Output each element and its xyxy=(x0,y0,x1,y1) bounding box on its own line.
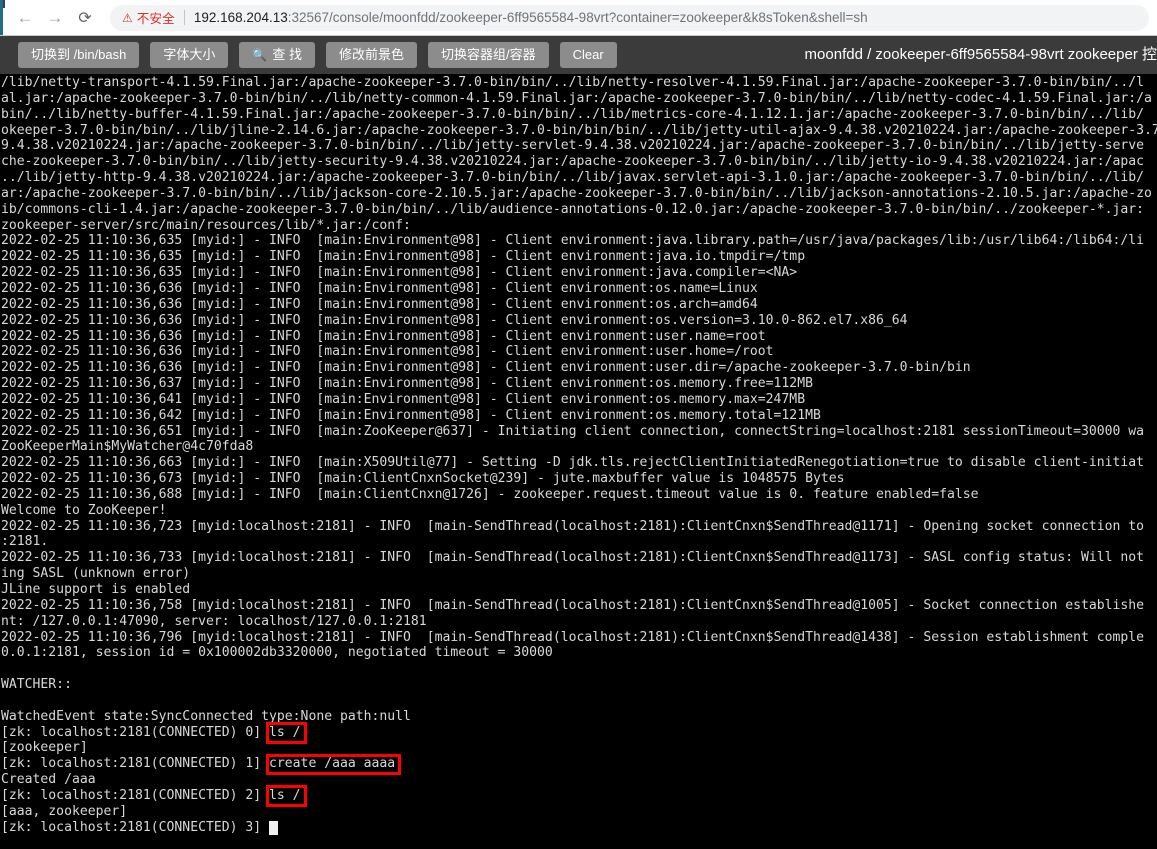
reload-icon[interactable]: ⟳ xyxy=(70,3,100,33)
terminal-line: 2022-02-25 11:10:36,636 [myid:] - INFO [… xyxy=(1,360,971,376)
terminal-line: 2022-02-25 11:10:36,636 [myid:] - INFO [… xyxy=(1,280,758,296)
switch-pod-container-label: 切换容器组/容器 xyxy=(440,47,536,62)
terminal-line: 2022-02-25 11:10:36,796 [myid:localhost:… xyxy=(1,629,1145,645)
terminal-line: 2022-02-25 11:10:36,636 [myid:] - INFO [… xyxy=(1,312,908,328)
terminal-line: okeeper-3.7.0-bin/bin/../lib/jline-2.14.… xyxy=(1,122,1157,138)
terminal-line: ib/commons-cli-1.4.jar:/apache-zookeeper… xyxy=(1,201,1145,217)
terminal-line: ar:/apache-zookeeper-3.7.0-bin/bin/../li… xyxy=(1,185,1152,201)
terminal-line: 2022-02-25 11:10:36,635 [myid:] - INFO [… xyxy=(1,265,798,281)
warning-triangle-icon: ⚠ xyxy=(122,10,133,25)
terminal-line: 2022-02-25 11:10:36,636 [myid:] - INFO [… xyxy=(1,296,758,312)
switch-pod-container-button[interactable]: 切换容器组/容器 xyxy=(427,42,549,68)
terminal-output[interactable]: /lib/netty-transport-4.1.59.Final.jar:/a… xyxy=(0,74,1157,849)
clear-button[interactable]: Clear xyxy=(559,42,617,68)
terminal-line: [zk: localhost:2181(CONNECTED) 2] ls / xyxy=(1,787,301,803)
terminal-line: [aaa, zookeeper] xyxy=(1,803,128,819)
find-label: 查 找 xyxy=(272,47,302,62)
window-edge-accent xyxy=(0,0,5,35)
terminal-line: JLine support is enabled xyxy=(1,582,191,597)
terminal-line: [zookeeper] xyxy=(1,740,88,756)
terminal-line: al.jar:/apache-zookeeper-3.7.0-bin/bin/.… xyxy=(1,90,1152,106)
url-host: 192.168.204.13 xyxy=(193,10,288,25)
terminal-line: 2022-02-25 11:10:36,635 [myid:] - INFO [… xyxy=(1,249,806,265)
browser-chrome: ← → ⟳ ⚠ 不安全 192.168.204.13:32567/console… xyxy=(0,0,1157,36)
forward-arrow-icon[interactable]: → xyxy=(40,3,70,33)
find-button[interactable]: 🔍 查 找 xyxy=(239,42,315,68)
omnibox-divider xyxy=(183,10,185,25)
terminal-line: zookeeper-server/src/main/resources/lib/… xyxy=(1,217,411,233)
terminal-line: WATCHER:: xyxy=(1,677,72,693)
terminal-line: Created /aaa xyxy=(1,772,96,788)
terminal-line: [zk: localhost:2181(CONNECTED) 3] xyxy=(1,819,270,835)
terminal-line: 2022-02-25 11:10:36,635 [myid:] - INFO [… xyxy=(1,233,1145,249)
terminal-line: WatchedEvent state:SyncConnected type:No… xyxy=(1,708,411,724)
terminal-line: 2022-02-25 11:10:36,636 [myid:] - INFO [… xyxy=(1,328,766,344)
url-text: 192.168.204.13:32567/console/moonfdd/zoo… xyxy=(194,10,868,25)
terminal-line: 2022-02-25 11:10:36,663 [myid:] - INFO [… xyxy=(1,455,1145,471)
terminal-line: 2022-02-25 11:10:36,733 [myid:localhost:… xyxy=(1,550,1145,566)
terminal-line: 2022-02-25 11:10:36,642 [myid:] - INFO [… xyxy=(1,407,821,423)
change-foreground-color-button[interactable]: 修改前景色 xyxy=(325,42,417,68)
search-icon: 🔍 xyxy=(252,48,268,62)
terminal-line: bin/../lib/netty-buffer-4.1.59.Final.jar… xyxy=(1,106,1145,122)
url-path: :32567/console/moonfdd/zookeeper-6ff9565… xyxy=(287,10,868,25)
font-size-label: 字体大小 xyxy=(163,47,216,62)
terminal-line: Welcome to ZooKeeper! xyxy=(1,502,167,518)
terminal-line: ZooKeeperMain$MyWatcher@4c70fda8 xyxy=(1,439,254,455)
terminal-line: 9.4.38.v20210224.jar:/apache-zookeeper-3… xyxy=(1,138,1145,154)
security-warning-label: 不安全 xyxy=(136,12,175,26)
terminal-line: [zk: localhost:2181(CONNECTED) 1] create… xyxy=(1,756,396,772)
terminal-line: 2022-02-25 11:10:36,723 [myid:localhost:… xyxy=(1,518,1145,534)
font-size-button[interactable]: 字体大小 xyxy=(150,42,229,68)
terminal-line: :2181. xyxy=(1,534,49,550)
page-title: moonfdd / zookeeper-6ff9565584-98vrt zoo… xyxy=(804,46,1157,63)
address-bar[interactable]: ⚠ 不安全 192.168.204.13:32567/console/moonf… xyxy=(110,4,1149,31)
terminal-line: 2022-02-25 11:10:36,641 [myid:] - INFO [… xyxy=(1,391,806,407)
console-toolbar: 切换到 /bin/bash 字体大小 🔍 查 找 修改前景色 切换容器组/容器 … xyxy=(0,36,1157,74)
terminal-line: 2022-02-25 11:10:36,688 [myid:] - INFO [… xyxy=(1,486,979,502)
terminal-line: 2022-02-25 11:10:36,673 [myid:] - INFO [… xyxy=(1,471,845,487)
terminal-line: 2022-02-25 11:10:36,651 [myid:] - INFO [… xyxy=(1,423,1145,439)
terminal-line: nt: /127.0.0.1:47090, server: localhost/… xyxy=(1,613,427,629)
back-arrow-icon[interactable]: ← xyxy=(10,3,40,33)
terminal-line: 0.0.1:2181, session id = 0x100002db33200… xyxy=(1,645,553,661)
terminal-cursor xyxy=(268,820,278,835)
change-foreground-color-label: 修改前景色 xyxy=(338,47,404,62)
switch-to-bin-bash-label: 切换到 /bin/bash xyxy=(31,47,127,62)
terminal-line: ../lib/jetty-http-9.4.38.v20210224.jar:/… xyxy=(1,170,1145,186)
clear-label: Clear xyxy=(572,47,604,62)
switch-to-bin-bash-button[interactable]: 切换到 /bin/bash xyxy=(18,42,140,68)
terminal-line: 2022-02-25 11:10:36,637 [myid:] - INFO [… xyxy=(1,376,813,392)
terminal-line: 2022-02-25 11:10:36,758 [myid:localhost:… xyxy=(1,597,1145,613)
terminal-line: ing SASL (unknown error) xyxy=(1,566,191,582)
terminal-line: [zk: localhost:2181(CONNECTED) 0] ls / xyxy=(1,724,301,740)
terminal-line: /lib/netty-transport-4.1.59.Final.jar:/a… xyxy=(1,75,1145,90)
terminal-line: 2022-02-25 11:10:36,636 [myid:] - INFO [… xyxy=(1,344,774,360)
terminal-line: che-zookeeper-3.7.0-bin/bin/../lib/jetty… xyxy=(1,154,1145,170)
